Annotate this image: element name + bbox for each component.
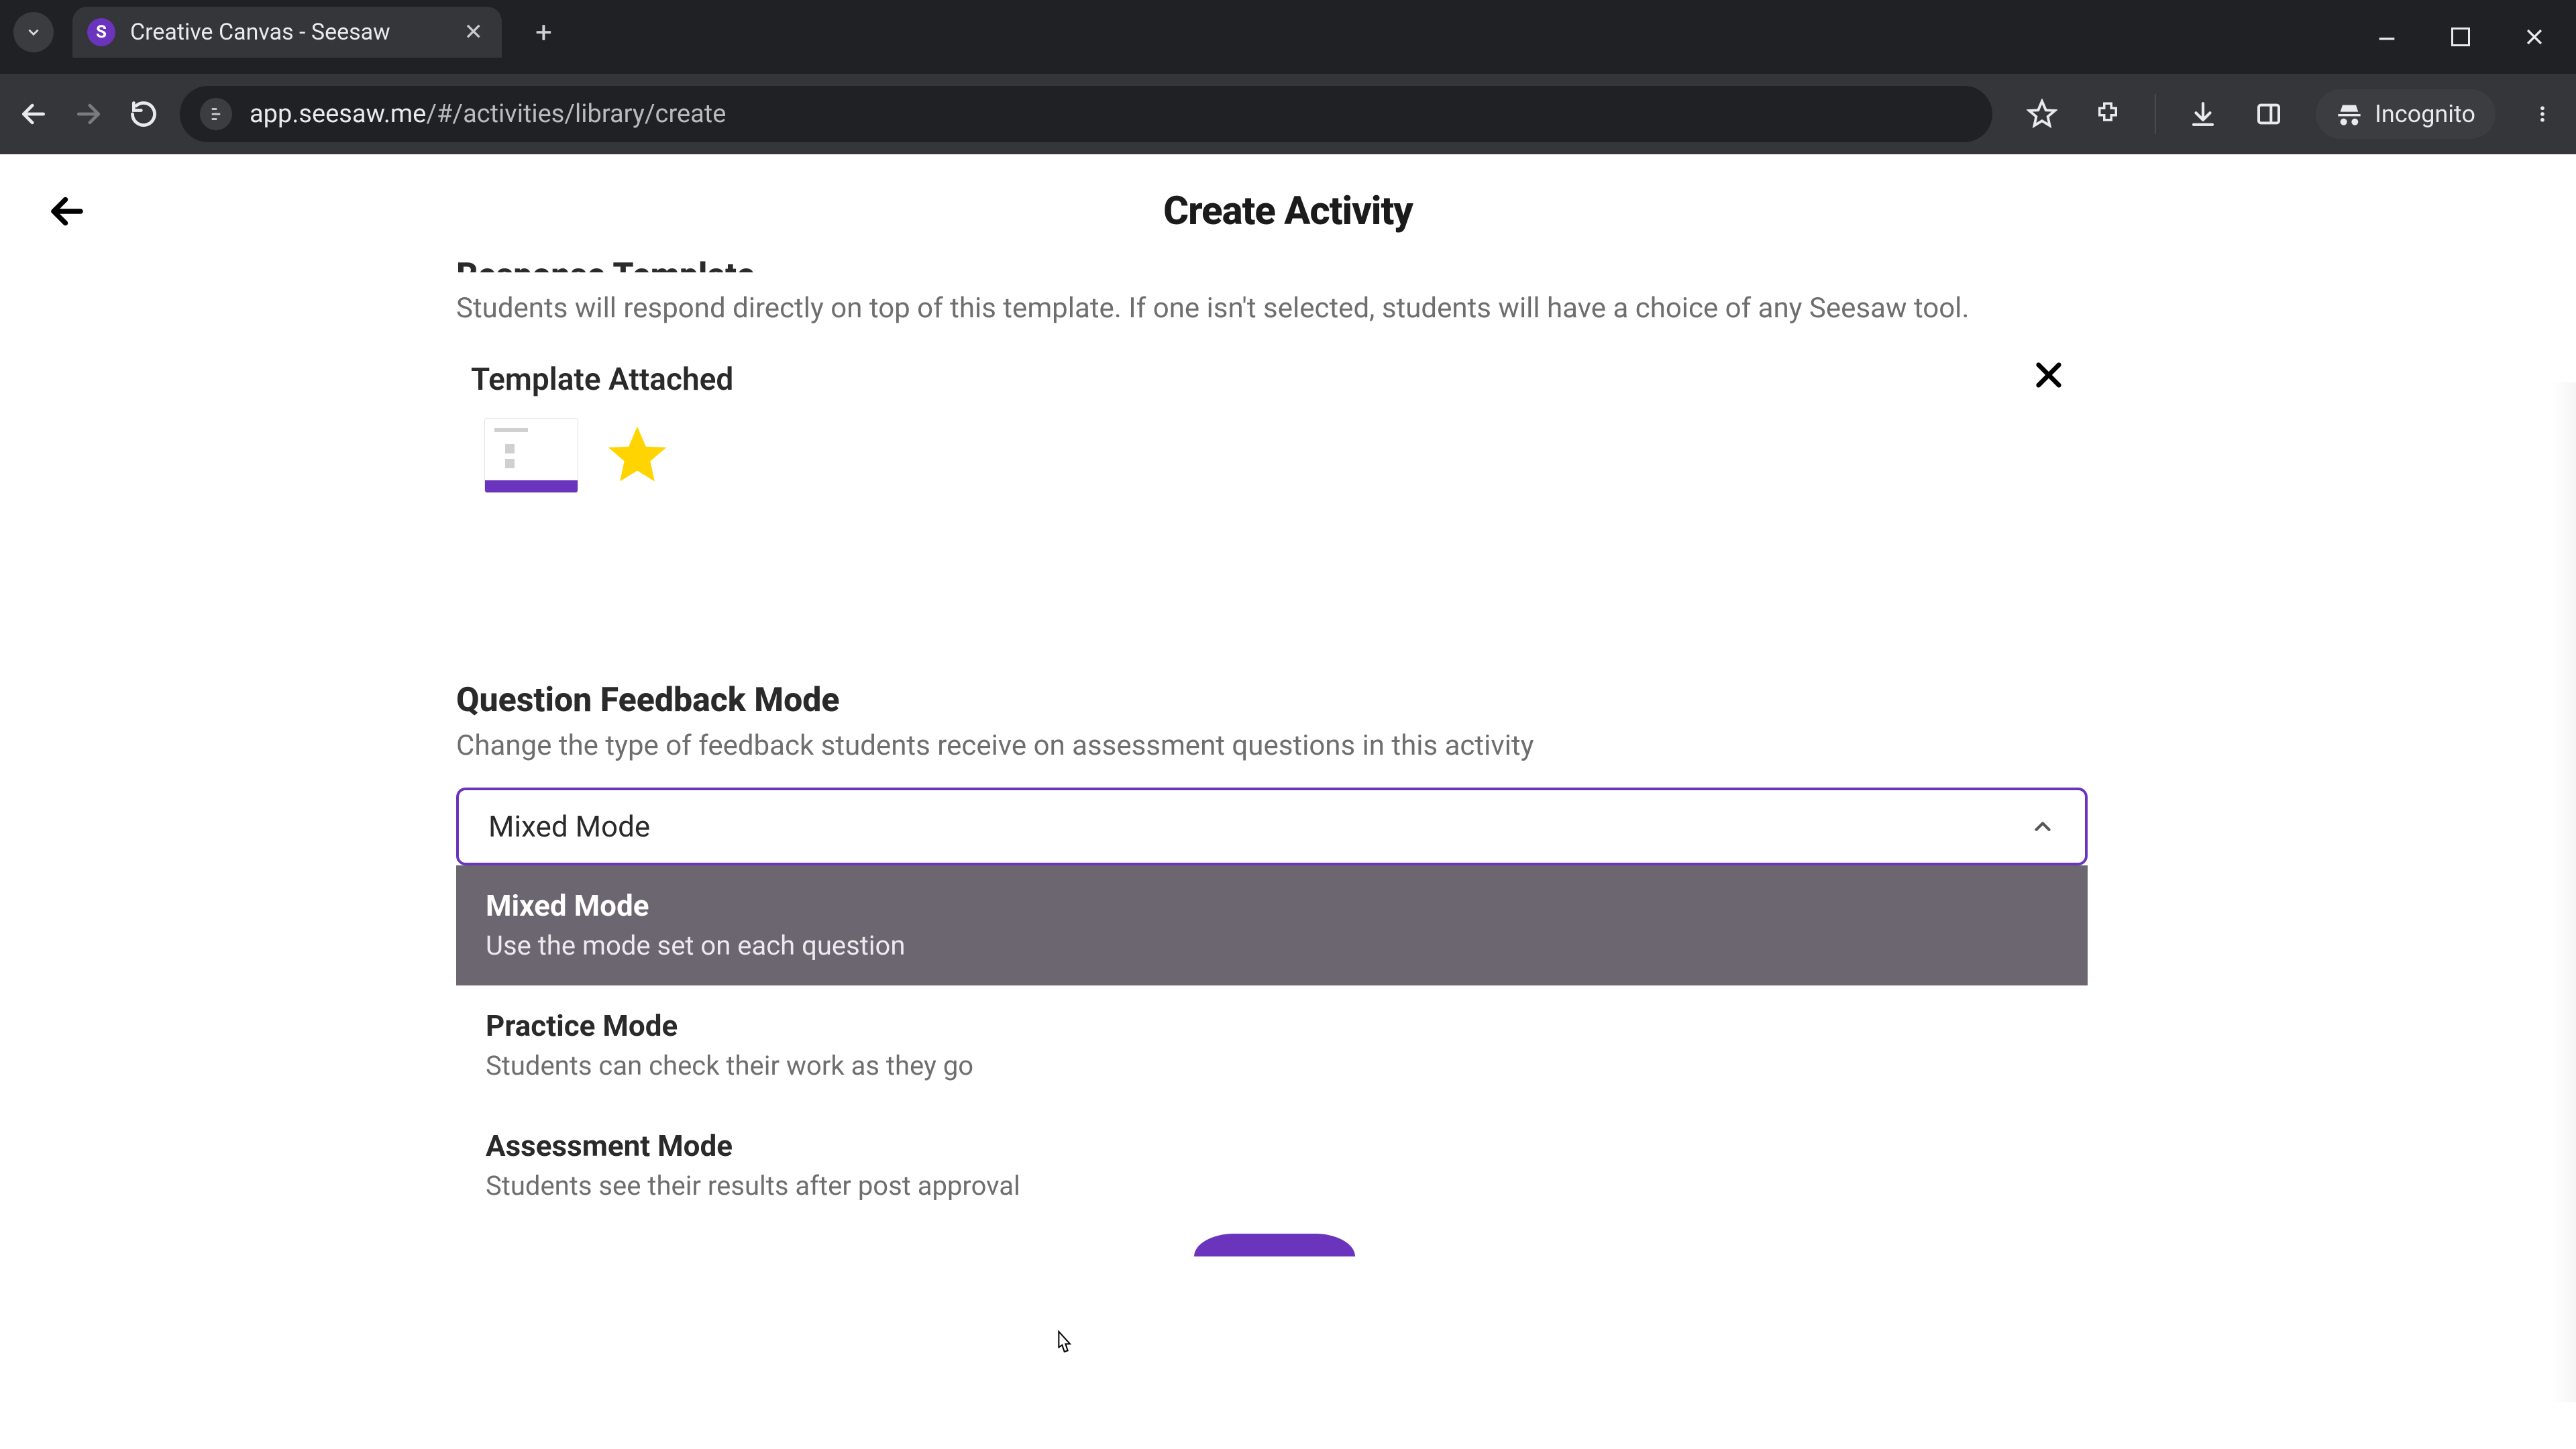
question-feedback-description: Change the type of feedback students rec… [456, 729, 2093, 762]
window-close-icon[interactable] [2521, 23, 2548, 50]
response-template-heading: Response Template [456, 256, 2093, 272]
option-desc: Students see their results after post ap… [486, 1170, 2058, 1201]
response-template-description: Students will respond directly on top of… [456, 287, 2066, 329]
feedback-mode-select[interactable]: Mixed Mode [456, 788, 2088, 865]
incognito-label: Incognito [2375, 100, 2475, 128]
kebab-menu-icon[interactable] [2524, 95, 2561, 133]
downloads-icon[interactable] [2184, 95, 2222, 133]
app-back-button[interactable] [47, 191, 87, 231]
feedback-mode-option-assessment[interactable]: Assessment Mode Students see their resul… [456, 1106, 2088, 1226]
tab-search-button[interactable] [13, 12, 54, 52]
page-title: Create Activity [1163, 189, 1413, 234]
browser-tab-active[interactable]: S Creative Canvas - Seesaw ✕ [72, 7, 502, 58]
option-title: Mixed Mode [486, 888, 2058, 923]
window-minimize-icon[interactable] [2373, 23, 2400, 50]
remove-template-button[interactable] [2031, 358, 2066, 392]
incognito-badge[interactable]: Incognito [2316, 89, 2496, 139]
feedback-mode-option-practice[interactable]: Practice Mode Students can check their w… [456, 985, 2088, 1106]
feedback-mode-dropdown: Mixed Mode Use the mode set on each ques… [456, 865, 2088, 1226]
tab-title: Creative Canvas - Seesaw [130, 19, 390, 46]
option-desc: Students can check their work as they go [486, 1050, 2058, 1081]
window-controls [2373, 23, 2564, 50]
browser-titlebar: S Creative Canvas - Seesaw ✕ + [0, 0, 2576, 74]
nav-back-button[interactable] [15, 95, 52, 133]
nav-forward-button[interactable] [70, 95, 107, 133]
app-header: Create Activity [0, 154, 2576, 268]
option-desc: Use the mode set on each question [486, 930, 2058, 961]
primary-action-button-partial[interactable] [1194, 1234, 1355, 1256]
new-tab-button[interactable]: + [511, 15, 576, 50]
bookmark-star-icon[interactable] [2023, 95, 2061, 133]
url-text: app.seesaw.me/#/activities/library/creat… [250, 99, 726, 129]
extensions-icon[interactable] [2089, 95, 2127, 133]
template-attached-label: Template Attached [471, 362, 2078, 398]
feedback-mode-option-mixed[interactable]: Mixed Mode Use the mode set on each ques… [456, 865, 2088, 985]
toolbar-separator [2155, 94, 2156, 134]
question-feedback-heading: Question Feedback Mode [456, 681, 2093, 720]
app-viewport: Create Activity Response Template Studen… [0, 154, 2576, 1449]
window-maximize-icon[interactable] [2447, 23, 2474, 50]
option-title: Assessment Mode [486, 1128, 2058, 1163]
nav-reload-button[interactable] [125, 95, 162, 133]
template-thumbnail-2[interactable] [605, 423, 669, 488]
seesaw-favicon: S [87, 18, 115, 46]
option-title: Practice Mode [486, 1008, 2058, 1043]
chevron-up-icon [2030, 814, 2055, 839]
side-panel-icon[interactable] [2250, 95, 2288, 133]
template-thumbnail-1[interactable] [484, 418, 578, 493]
mouse-cursor [1050, 1329, 1077, 1361]
browser-toolbar: app.seesaw.me/#/activities/library/creat… [0, 74, 2576, 154]
feedback-mode-selected-value: Mixed Mode [488, 809, 650, 844]
scrollbar-track[interactable] [2551, 382, 2576, 1402]
tab-close-icon[interactable]: ✕ [464, 19, 484, 46]
site-info-icon[interactable] [200, 98, 232, 130]
address-bar[interactable]: app.seesaw.me/#/activities/library/creat… [180, 86, 1992, 142]
template-attached-card: Template Attached [456, 354, 2093, 533]
